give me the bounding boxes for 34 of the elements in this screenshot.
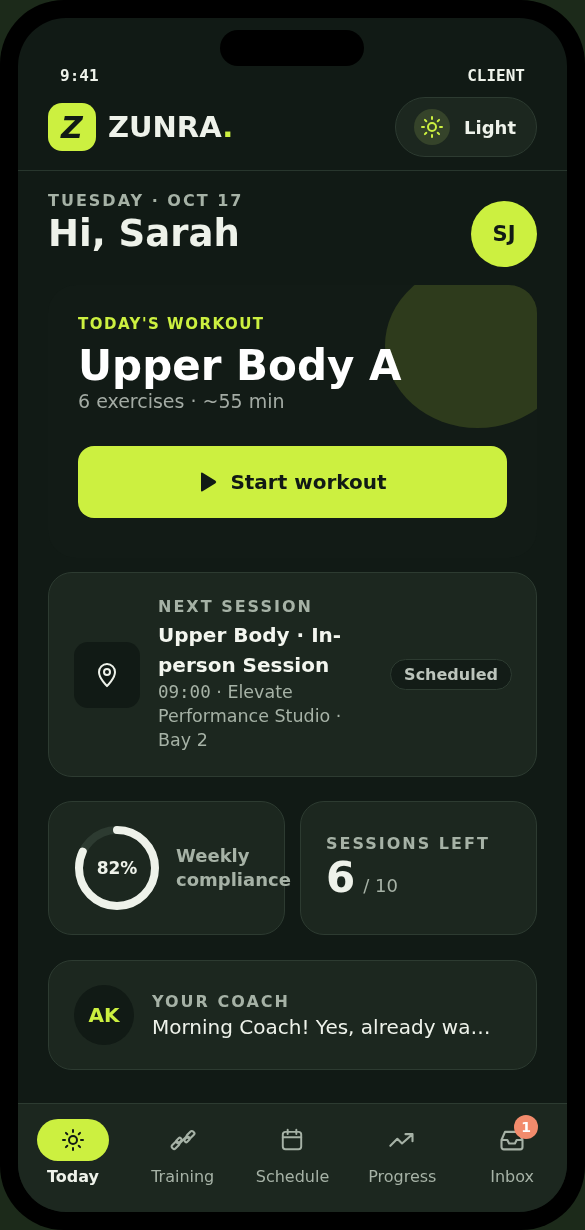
status-time: 9:41 (60, 66, 99, 85)
greeting-title: Hi, Sarah (48, 212, 241, 255)
sun-icon (60, 1128, 85, 1152)
date-label: TUESDAY · OCT 17 (48, 191, 244, 210)
session-details: 09:00 · Elevate Performance Studio · Bay 2 (158, 681, 343, 752)
nav-tab[interactable]: Training (127, 1119, 238, 1212)
workout-subtitle: 6 exercises · ~55 min (78, 390, 286, 412)
compliance-value: 82% (96, 858, 138, 878)
session-title: Upper Body · In-person Session (158, 622, 343, 679)
brand-name: ZUNRA. (108, 110, 234, 144)
notification-badge: 1 (514, 1115, 539, 1139)
logo-mark: Z (48, 103, 96, 151)
sun-icon (420, 115, 445, 139)
next-session-eyebrow: NEXT SESSION (158, 597, 314, 616)
sessions-count: 6 (326, 853, 356, 902)
start-workout-button[interactable]: Start workout (78, 446, 507, 518)
coach-message: Morning Coach! Yes, already wa… (152, 1014, 491, 1039)
sessions-left-label: SESSIONS LEFT (326, 834, 490, 853)
workout-title: Upper Body A (78, 341, 403, 390)
coach-card[interactable]: AK YOUR COACH Morning Coach! Yes, already wa… (48, 960, 537, 1070)
coach-label: YOUR COACH (152, 991, 291, 1011)
user-avatar[interactable]: SJ (471, 201, 537, 267)
status-badge: Scheduled (390, 659, 512, 690)
nav-tab[interactable]: Schedule (237, 1119, 348, 1212)
next-session-card[interactable]: NEXT SESSION Upper Body · In-person Session 09:00 · Elevate Performance Studio · Bay 2 Scheduled (48, 572, 537, 777)
coach-avatar: AK (74, 985, 134, 1045)
location-pin-icon (95, 661, 119, 688)
workout-eyebrow: TODAY'S WORKOUT (78, 315, 266, 333)
role-label: CLIENT (467, 66, 525, 85)
sessions-total: / 10 (363, 875, 398, 896)
nav-tab[interactable]: Today (18, 1119, 128, 1212)
nav-tab[interactable]: Progress (347, 1119, 458, 1212)
theme-toggle[interactable]: Light (395, 97, 537, 157)
play-icon (198, 471, 219, 493)
